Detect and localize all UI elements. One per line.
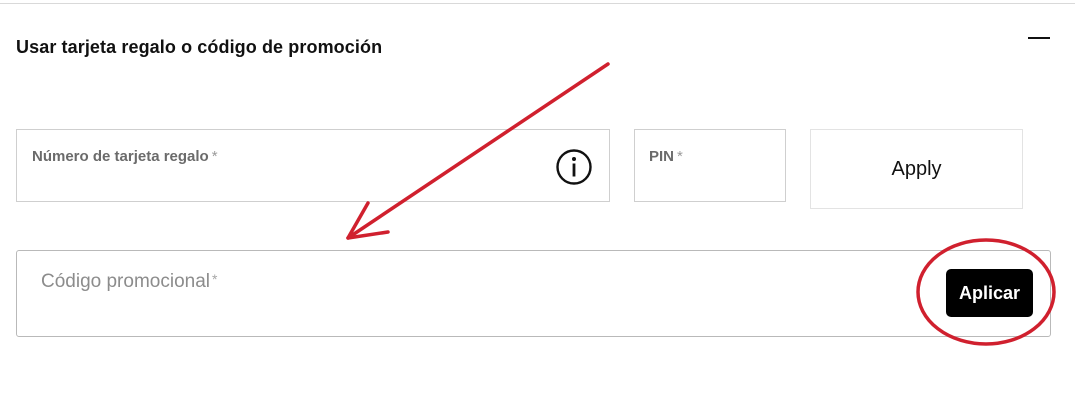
section-title: Usar tarjeta regalo o código de promoció…	[16, 37, 383, 57]
promo-code-field[interactable]: Código promocional *	[16, 250, 1051, 337]
info-icon[interactable]	[555, 148, 593, 186]
pin-label: PIN *	[649, 148, 683, 165]
gift-card-number-field[interactable]: Número de tarjeta regalo *	[16, 129, 610, 202]
required-asterisk: *	[211, 148, 218, 165]
promo-code-placeholder: Código promocional *	[41, 271, 218, 292]
top-divider	[0, 3, 1075, 4]
aplicar-button[interactable]: Aplicar	[946, 269, 1033, 317]
collapse-button[interactable]	[1022, 22, 1056, 52]
apply-button[interactable]: Apply	[810, 129, 1023, 209]
gift-card-number-label: Número de tarjeta regalo *	[32, 148, 218, 165]
pin-field[interactable]: PIN *	[634, 129, 786, 202]
required-asterisk: *	[677, 148, 683, 165]
minus-icon	[1028, 37, 1050, 39]
required-asterisk: *	[212, 271, 218, 287]
checkout-promo-section: Usar tarjeta regalo o código de promoció…	[0, 0, 1075, 403]
